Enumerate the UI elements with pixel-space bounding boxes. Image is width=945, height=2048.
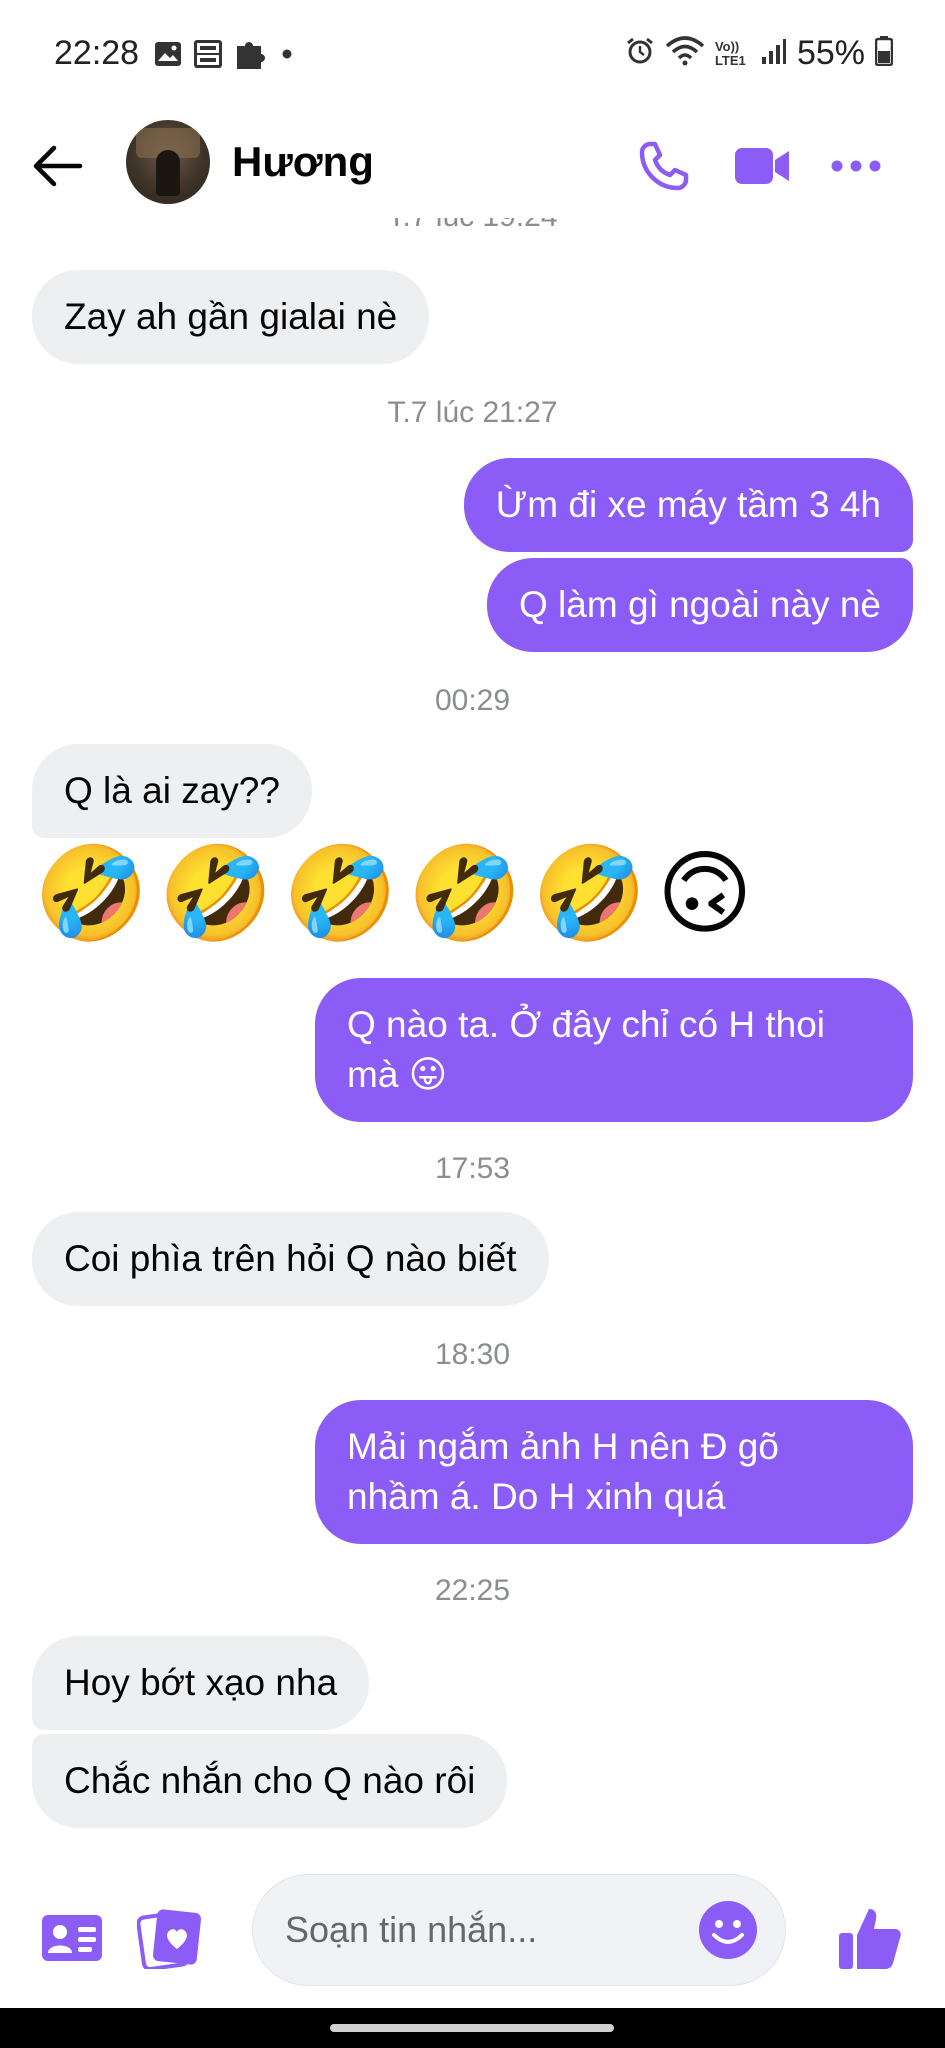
incoming-message[interactable]: Coi phìa trên hỏi Q nào biết — [32, 1212, 549, 1306]
timestamp: 00:29 — [434, 684, 511, 717]
more-dots-icon — [831, 160, 881, 172]
emoji-button[interactable] — [697, 1899, 759, 1961]
incoming-message[interactable]: Q là ai zay?? — [32, 744, 312, 838]
status-left-icons — [154, 38, 294, 75]
outgoing-message[interactable]: Mải ngắm ảnh H nên Đ gõ nhầm á. Do H xin… — [315, 1400, 913, 1544]
battery-icon — [874, 36, 894, 71]
heart-card-icon — [137, 1909, 202, 1969]
incoming-message[interactable]: Zay ah gần gialai nè — [32, 270, 430, 364]
emoji-message[interactable]: 🤣 🤣 🤣 🤣 🤣 🙃 — [34, 844, 753, 944]
rofl-emoji: 🤣 — [532, 840, 647, 947]
system-nav-bar — [0, 2008, 945, 2048]
dot-icon — [280, 47, 294, 66]
contact-avatar[interactable] — [126, 120, 210, 204]
timestamp: T.7 lúc 19:24 — [0, 218, 945, 238]
timestamp: 22:25 — [434, 1574, 511, 1607]
rofl-emoji: 🤣 — [407, 840, 523, 947]
message-composer: Soạn tin nhắn... — [0, 1866, 945, 1996]
chat-header: Hương — [0, 108, 945, 228]
more-options-button[interactable] — [824, 134, 888, 198]
smiley-icon — [699, 1901, 757, 1959]
timestamp-text: T.7 lúc 19:24 — [0, 218, 945, 234]
sticker-button[interactable] — [134, 1902, 206, 1974]
phone-icon — [639, 141, 689, 191]
voice-call-button[interactable] — [632, 134, 696, 198]
signal-icon — [761, 37, 787, 70]
timestamp: 17:53 — [434, 1152, 511, 1185]
upside-down-emoji: 🙃 — [656, 840, 753, 947]
back-button[interactable] — [30, 138, 86, 194]
back-arrow-icon — [33, 145, 83, 187]
contact-card-icon — [42, 1915, 102, 1961]
alarm-icon — [625, 36, 655, 71]
message-line: Mải ngắm ảnh H nên Đ gõ — [347, 1426, 779, 1467]
home-indicator[interactable] — [330, 2024, 614, 2032]
timestamp: T.7 lúc 21:27 — [387, 396, 558, 429]
battery-percent: 55% — [796, 34, 865, 72]
message-line: mà 😛 — [347, 1054, 448, 1095]
rofl-emoji: 🤣 — [34, 840, 149, 947]
rofl-emoji: 🤣 — [283, 840, 398, 947]
status-bar: 22:28 Vo)) LTE1 55% — [0, 0, 945, 108]
timestamp: 18:30 — [434, 1338, 511, 1371]
uniqlo-icon — [194, 40, 222, 73]
gallery-icon — [154, 41, 182, 72]
status-right-icons: Vo)) LTE1 55% — [625, 34, 894, 73]
incoming-message[interactable]: Hoy bớt xạo nha — [32, 1636, 370, 1730]
video-camera-icon — [735, 148, 789, 184]
contact-card-button[interactable] — [36, 1902, 108, 1974]
incoming-message[interactable]: Chắc nhắn cho Q nào rôi — [32, 1734, 508, 1828]
message-input-placeholder: Soạn tin nhắn... — [285, 1909, 538, 1950]
thumbs-up-icon — [839, 1909, 901, 1969]
message-line: Q nào ta. Ở đây chỉ có H thoi — [347, 1004, 826, 1045]
like-button[interactable] — [834, 1902, 906, 1974]
contact-name[interactable]: Hương — [232, 138, 374, 186]
status-time: 22:28 — [54, 34, 140, 72]
message-line: nhầm á. Do H xinh quá — [347, 1476, 726, 1517]
rofl-emoji: 🤣 — [158, 840, 274, 947]
puzzle-icon — [234, 38, 268, 75]
message-input[interactable]: Soạn tin nhắn... — [252, 1874, 786, 1986]
outgoing-message[interactable]: Ừm đi xe máy tầm 3 4h — [463, 458, 913, 552]
outgoing-message[interactable]: Q nào ta. Ở đây chỉ có H thoi mà 😛 — [315, 978, 913, 1122]
wifi-icon — [665, 36, 705, 71]
outgoing-message[interactable]: Q làm gì ngoài này nè — [487, 558, 913, 652]
volte-icon: Vo)) LTE1 — [714, 38, 746, 68]
video-call-button[interactable] — [730, 134, 794, 198]
